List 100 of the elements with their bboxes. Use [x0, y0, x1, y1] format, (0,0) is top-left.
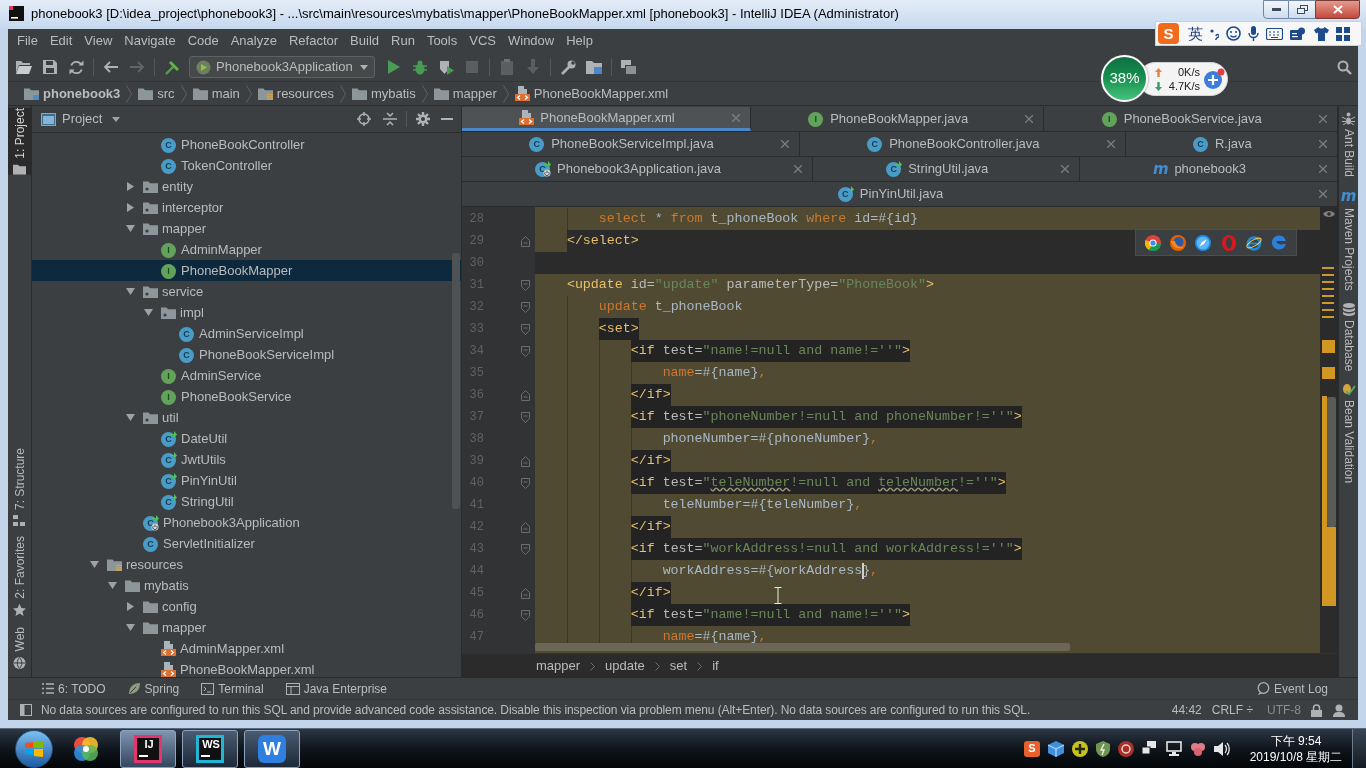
menu-item[interactable]: View: [78, 29, 119, 53]
nav-bar-item[interactable]: mybatis: [349, 83, 418, 104]
caret-down-icon[interactable]: [107, 581, 117, 590]
close-icon[interactable]: [781, 140, 789, 148]
breadcrumb-item[interactable]: set: [669, 656, 688, 676]
menu-item[interactable]: Code: [181, 29, 225, 53]
editor-tab[interactable]: C PinYinUtil.java: [462, 182, 1338, 206]
menu-item[interactable]: Analyze: [224, 29, 283, 53]
taskbar-app[interactable]: WS: [182, 729, 238, 768]
tray-logo[interactable]: S: [1024, 740, 1040, 757]
grid-icon[interactable]: [1336, 26, 1350, 41]
editor-tab[interactable]: C PhoneBookController.java: [800, 132, 1126, 156]
caret-down-icon[interactable]: [89, 560, 99, 569]
caret-right-icon[interactable]: [125, 602, 135, 611]
menu-item[interactable]: Build: [344, 29, 385, 53]
close-button[interactable]: [1315, 0, 1360, 19]
tree-item[interactable]: I PhoneBookService: [32, 386, 461, 407]
fold-marker-icon[interactable]: [521, 609, 530, 621]
tree-item[interactable]: C TokenController: [32, 155, 461, 176]
fold-marker-icon[interactable]: [521, 455, 530, 467]
shield-run-icon[interactable]: [438, 59, 454, 75]
panel-toggle-icon[interactable]: [20, 704, 32, 716]
wrench-icon[interactable]: [560, 59, 576, 75]
nav-bar-item[interactable]: phonebook3: [22, 83, 123, 104]
event-log-button[interactable]: Event Log: [1256, 679, 1328, 698]
tool-window-button[interactable]: 6: TODO: [41, 679, 107, 698]
breadcrumb-item[interactable]: mapper: [536, 656, 581, 676]
caret-down-icon[interactable]: [125, 287, 135, 296]
caret-down-icon[interactable]: [125, 224, 135, 233]
tree-item[interactable]: entity: [32, 176, 461, 197]
caret-down-icon[interactable]: [143, 308, 153, 317]
tree-item[interactable]: mapper: [32, 218, 461, 239]
file-encoding[interactable]: UTF-8: [1267, 701, 1301, 719]
menu-item[interactable]: Help: [560, 29, 599, 53]
tree-item[interactable]: I PhoneBookMapper: [32, 260, 461, 281]
breadcrumb-item[interactable]: update: [605, 656, 645, 676]
start-button[interactable]: [15, 729, 53, 768]
maximize-button[interactable]: [1289, 0, 1315, 19]
tool-window-button[interactable]: Ant Build: [1339, 112, 1358, 178]
network-icon[interactable]: [1142, 740, 1158, 757]
fold-marker-icon[interactable]: [521, 323, 530, 335]
person-icon[interactable]: [1333, 703, 1345, 717]
menu-item[interactable]: Edit: [43, 29, 79, 53]
ime-logo[interactable]: S: [1158, 23, 1179, 44]
tool-window-button[interactable]: Java Enterprise: [284, 679, 388, 698]
view-dropdown[interactable]: Project: [41, 109, 121, 129]
speaker-icon[interactable]: [1214, 741, 1230, 756]
tool-window-button[interactable]: 1: Project: [8, 108, 31, 175]
collapse-all-icon[interactable]: [383, 112, 397, 126]
keyboard-icon[interactable]: [1266, 27, 1283, 40]
editor-tab[interactable]: C StringUtil.java: [813, 157, 1081, 181]
crosshair-icon[interactable]: [357, 112, 371, 126]
input-mode[interactable]: 英: [1188, 26, 1203, 41]
browser-icon[interactable]: [1144, 234, 1161, 251]
fold-marker-icon[interactable]: [521, 389, 530, 401]
taskbar-app[interactable]: IJ: [120, 729, 176, 768]
folder-grid-icon[interactable]: [586, 60, 602, 74]
clipboard-icon[interactable]: [500, 59, 514, 75]
tree-item[interactable]: C JwtUtils: [32, 449, 461, 470]
close-icon[interactable]: [1061, 165, 1070, 173]
caret-right-icon[interactable]: [125, 182, 135, 191]
browser-icon[interactable]: [1170, 234, 1186, 251]
close-icon[interactable]: [1106, 140, 1115, 148]
menu-item[interactable]: Tools: [420, 29, 464, 53]
smiley-icon[interactable]: [1226, 26, 1241, 41]
tree-item[interactable]: C PinYinUtil: [32, 470, 461, 491]
show-desktop-button[interactable]: [1352, 729, 1366, 768]
horizontal-scrollbar-thumb[interactable]: [535, 643, 1070, 651]
fold-marker-icon[interactable]: [521, 235, 530, 247]
close-icon[interactable]: [1319, 140, 1327, 148]
fold-marker-icon[interactable]: [521, 301, 530, 313]
taskbar-app[interactable]: W: [244, 729, 300, 768]
plus-circle-icon[interactable]: [1072, 740, 1088, 757]
close-icon[interactable]: [1025, 115, 1034, 123]
tree-item[interactable]: C ServletInitializer: [32, 533, 461, 554]
nav-bar-item[interactable]: src: [136, 83, 177, 104]
monitor-icon[interactable]: [1166, 741, 1182, 756]
hammer-icon[interactable]: [164, 59, 180, 75]
menu-item[interactable]: Refactor: [282, 29, 345, 53]
tree-item[interactable]: C PhoneBookServiceImpl: [32, 344, 461, 365]
run-config-dropdown[interactable]: Phonebook3Application: [189, 56, 375, 78]
browser-icon[interactable]: [1245, 234, 1262, 251]
tree-item[interactable]: C Phonebook3Application: [32, 512, 461, 533]
run-icon[interactable]: [388, 60, 400, 74]
fold-marker-icon[interactable]: [521, 345, 530, 357]
settings-icon[interactable]: [416, 112, 430, 126]
tool-window-button[interactable]: m Maven Projects: [1339, 189, 1358, 291]
menu-item[interactable]: VCS: [463, 29, 502, 53]
scrollbar-thumb[interactable]: [1327, 397, 1336, 527]
compass-icon[interactable]: [1195, 234, 1212, 251]
minimize-button[interactable]: [1263, 0, 1289, 19]
scrollbar-thumb[interactable]: [452, 253, 460, 509]
fold-marker-icon[interactable]: [521, 521, 530, 533]
search-icon[interactable]: [1337, 59, 1352, 75]
tool-window-button[interactable]: 7: Structure: [8, 447, 31, 526]
bug-icon[interactable]: [413, 59, 427, 75]
tree-item[interactable]: C StringUtil: [32, 491, 461, 512]
tree-item[interactable]: I AdminService: [32, 365, 461, 386]
tool-window-button[interactable]: 2: Favorites: [8, 535, 31, 617]
close-icon[interactable]: [1319, 115, 1327, 123]
